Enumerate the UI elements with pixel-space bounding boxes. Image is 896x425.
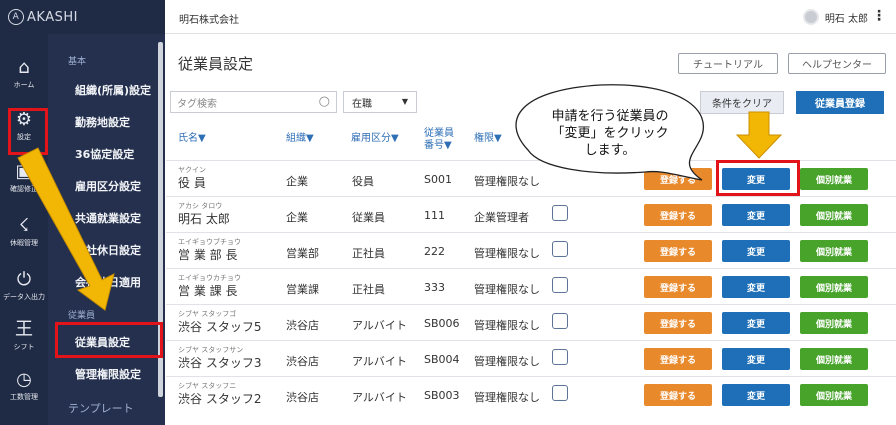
callout-line-3: します。 — [584, 143, 636, 158]
down-arrow — [735, 111, 783, 159]
diagonal-arrow — [17, 147, 115, 311]
annotation-overlay — [17, 84, 783, 311]
callout-text: 申請を行う従業員の 「変更」をクリック します。 — [525, 108, 695, 159]
callout-line-1: 申請を行う従業員の — [551, 109, 669, 124]
callout-line-2: 「変更」をクリック — [551, 126, 669, 141]
